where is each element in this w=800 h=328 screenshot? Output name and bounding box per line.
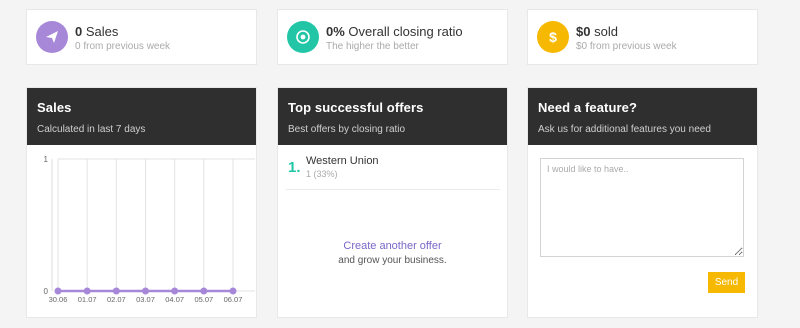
target-icon (287, 21, 319, 53)
stat-sold: $ $0 sold $0 from previous week (527, 9, 758, 65)
stat-closing-ratio-sub: The higher the better (326, 41, 419, 52)
sales-card: Sales Calculated in last 7 days 0 1 30.06 0… (26, 87, 257, 318)
create-offer-link[interactable]: Create another offer (278, 240, 507, 252)
chart-data-point (112, 287, 120, 295)
chart-data-point (200, 287, 208, 295)
create-offer-subtext: and grow your business. (338, 255, 447, 266)
feature-card-header: Need a feature? Ask us for additional fe… (528, 88, 757, 145)
send-button[interactable]: Send (708, 272, 745, 293)
chart-x-tick-label: 06.07 (224, 295, 243, 304)
sales-card-title: Sales (37, 100, 72, 115)
svg-text:$: $ (549, 29, 557, 45)
offer-item: 1. Western Union 1 (33%) (286, 154, 500, 190)
feature-card-title: Need a feature? (538, 100, 638, 115)
sales-chart: 0130.06 01.07 02.07 03.07 04.07 05.07 06.07 (44, 155, 255, 304)
chart-x-tick-label: 01.07 (78, 295, 97, 304)
chart-x-tick-label: 30.06 (49, 295, 68, 304)
stat-closing-ratio: 0% Overall closing ratio The higher the … (277, 9, 508, 65)
stat-sales: 0 Sales 0 from previous week (26, 9, 257, 65)
chart-data-point (83, 287, 91, 295)
sales-card-header: Sales Calculated in last 7 days (27, 88, 256, 145)
offers-card-title: Top successful offers (288, 100, 424, 115)
chart-y-tick-label: 1 (44, 155, 49, 164)
stat-sales-title: 0 Sales (75, 24, 119, 39)
chart-x-tick-label: 04.07 (165, 295, 184, 304)
offers-card: Top successful offers Best offers by clo… (277, 87, 508, 318)
dollar-icon: $ (537, 21, 569, 53)
chart-data-point (171, 287, 179, 295)
chart-data-point (54, 287, 62, 295)
stat-sold-sub: $0 from previous week (576, 41, 677, 52)
paper-plane-icon (36, 21, 68, 53)
chart-data-point (229, 287, 237, 295)
feature-card: Need a feature? Ask us for additional fe… (527, 87, 758, 318)
offer-ratio: 1 (33%) (306, 169, 338, 179)
chart-x-tick-label: 03.07 (136, 295, 155, 304)
offers-card-subtitle: Best offers by closing ratio (288, 124, 406, 135)
stat-closing-ratio-title: 0% Overall closing ratio (326, 24, 463, 39)
offers-card-header: Top successful offers Best offers by clo… (278, 88, 507, 145)
stat-sold-title: $0 sold (576, 24, 618, 39)
feature-request-input[interactable] (540, 158, 744, 257)
chart-x-tick-label: 02.07 (107, 295, 126, 304)
stat-sales-sub: 0 from previous week (75, 41, 171, 52)
offer-rank: 1. (288, 159, 301, 176)
feature-card-subtitle: Ask us for additional features you need (538, 124, 711, 135)
chart-data-point (142, 287, 149, 295)
offer-name: Western Union (306, 155, 379, 167)
sales-card-subtitle: Calculated in last 7 days (37, 124, 146, 135)
chart-x-tick-label: 05.07 (194, 295, 213, 304)
